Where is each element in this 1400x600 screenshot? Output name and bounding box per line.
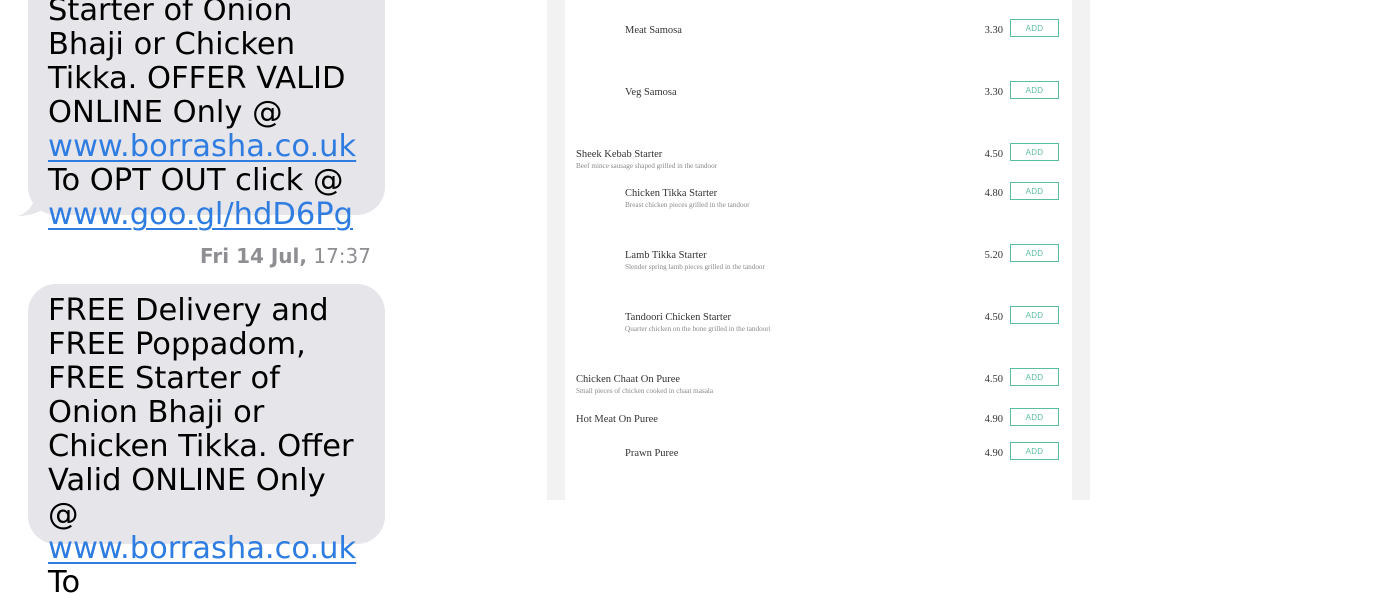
menu-item-description: Small pieces of chicken cooked in chaat … bbox=[576, 387, 714, 395]
menu-item-price: 4.50 bbox=[984, 374, 1003, 385]
menu-list: Meat Samosa 3.30 ADD Veg Samosa 3.30 ADD… bbox=[565, 0, 1072, 500]
menu-item-hot-meat-on-puree: Hot Meat On Puree 4.90 ADD bbox=[565, 408, 1072, 444]
menu-item-name: Chicken Tikka Starter bbox=[625, 188, 718, 199]
message-2-text: FREE Delivery and FREE Poppadom, FREE St… bbox=[48, 293, 354, 532]
message-1-link-optout[interactable]: www.goo.gl/hdD6Pg bbox=[48, 197, 353, 232]
bubble-tail-icon bbox=[18, 188, 50, 216]
menu-item-tandoori-chicken-starter: Tandoori Chicken Starter Quarter chicken… bbox=[565, 306, 1072, 342]
menu-item-name: Lamb Tikka Starter bbox=[625, 250, 707, 261]
add-button-sheek-kebab-starter[interactable]: ADD bbox=[1010, 143, 1059, 161]
message-bubble-1: Starter of Onion Bhaji or Chicken Tikka.… bbox=[28, 0, 385, 232]
timestamp-day: Fri 14 Jul, bbox=[200, 244, 307, 268]
menu-item-description: Breast chicken pieces grilled in the tan… bbox=[625, 201, 750, 209]
menu-item-description: Beef mince sausage shaped grilled in the… bbox=[576, 162, 718, 170]
menu-item-price: 4.50 bbox=[984, 312, 1003, 323]
menu-item-name: Tandoori Chicken Starter bbox=[625, 312, 731, 323]
message-thread: Starter of Onion Bhaji or Chicken Tikka.… bbox=[0, 0, 430, 600]
add-button-veg-samosa[interactable]: ADD bbox=[1010, 81, 1059, 99]
add-button-hot-meat-on-puree[interactable]: ADD bbox=[1010, 408, 1059, 426]
add-button-chicken-tikka-starter[interactable]: ADD bbox=[1010, 182, 1059, 200]
menu-item-name: Chicken Chaat On Puree bbox=[576, 374, 681, 385]
add-button-lamb-tikka-starter[interactable]: ADD bbox=[1010, 244, 1059, 262]
menu-item-description: Slender spring lamb pieces grilled in th… bbox=[625, 263, 765, 271]
menu-item-meat-samosa: Meat Samosa 3.30 ADD bbox=[565, 19, 1072, 55]
message-2-link-website[interactable]: www.borrasha.co.uk bbox=[48, 531, 356, 566]
menu-item-name: Veg Samosa bbox=[625, 87, 677, 98]
menu-item-name: Prawn Puree bbox=[625, 448, 679, 459]
menu-item-price: 4.80 bbox=[984, 188, 1003, 199]
message-1-optout-text: To OPT OUT click @ bbox=[48, 163, 344, 198]
menu-item-prawn-puree: Prawn Puree 4.90 ADD bbox=[565, 442, 1072, 478]
menu-item-name: Meat Samosa bbox=[625, 25, 682, 36]
menu-item-name: Sheek Kebab Starter bbox=[576, 149, 663, 160]
menu-item-price: 3.30 bbox=[984, 87, 1003, 98]
menu-item-price: 4.50 bbox=[984, 149, 1003, 160]
menu-item-chicken-tikka-starter: Chicken Tikka Starter Breast chicken pie… bbox=[565, 182, 1072, 218]
menu-item-price: 4.90 bbox=[984, 448, 1003, 459]
add-button-chicken-chaat-on-puree[interactable]: ADD bbox=[1010, 368, 1059, 386]
message-2-tail-text: To bbox=[48, 565, 81, 600]
menu-item-description: Quarter chicken on the bone grilled in t… bbox=[625, 325, 771, 333]
message-timestamp: Fri 14 Jul, 17:37 bbox=[200, 244, 371, 268]
timestamp-time: 17:37 bbox=[313, 244, 371, 268]
menu-item-chicken-chaat-on-puree: Chicken Chaat On Puree Small pieces of c… bbox=[565, 368, 1072, 404]
menu-item-price: 3.30 bbox=[984, 25, 1003, 36]
add-button-prawn-puree[interactable]: ADD bbox=[1010, 442, 1059, 460]
message-1-text: Starter of Onion Bhaji or Chicken Tikka.… bbox=[48, 0, 346, 130]
menu-item-veg-samosa: Veg Samosa 3.30 ADD bbox=[565, 81, 1072, 117]
message-bubble-2: FREE Delivery and FREE Poppadom, FREE St… bbox=[28, 284, 385, 600]
menu-item-sheek-kebab-starter: Sheek Kebab Starter Beef mince sausage s… bbox=[565, 143, 1072, 179]
menu-item-price: 5.20 bbox=[984, 250, 1003, 261]
add-button-tandoori-chicken-starter[interactable]: ADD bbox=[1010, 306, 1059, 324]
add-button-meat-samosa[interactable]: ADD bbox=[1010, 19, 1059, 37]
menu-item-name: Hot Meat On Puree bbox=[576, 414, 658, 425]
message-1-link-website[interactable]: www.borrasha.co.uk bbox=[48, 129, 356, 164]
menu-item-price: 4.90 bbox=[984, 414, 1003, 425]
menu-item-lamb-tikka-starter: Lamb Tikka Starter Slender spring lamb p… bbox=[565, 244, 1072, 280]
